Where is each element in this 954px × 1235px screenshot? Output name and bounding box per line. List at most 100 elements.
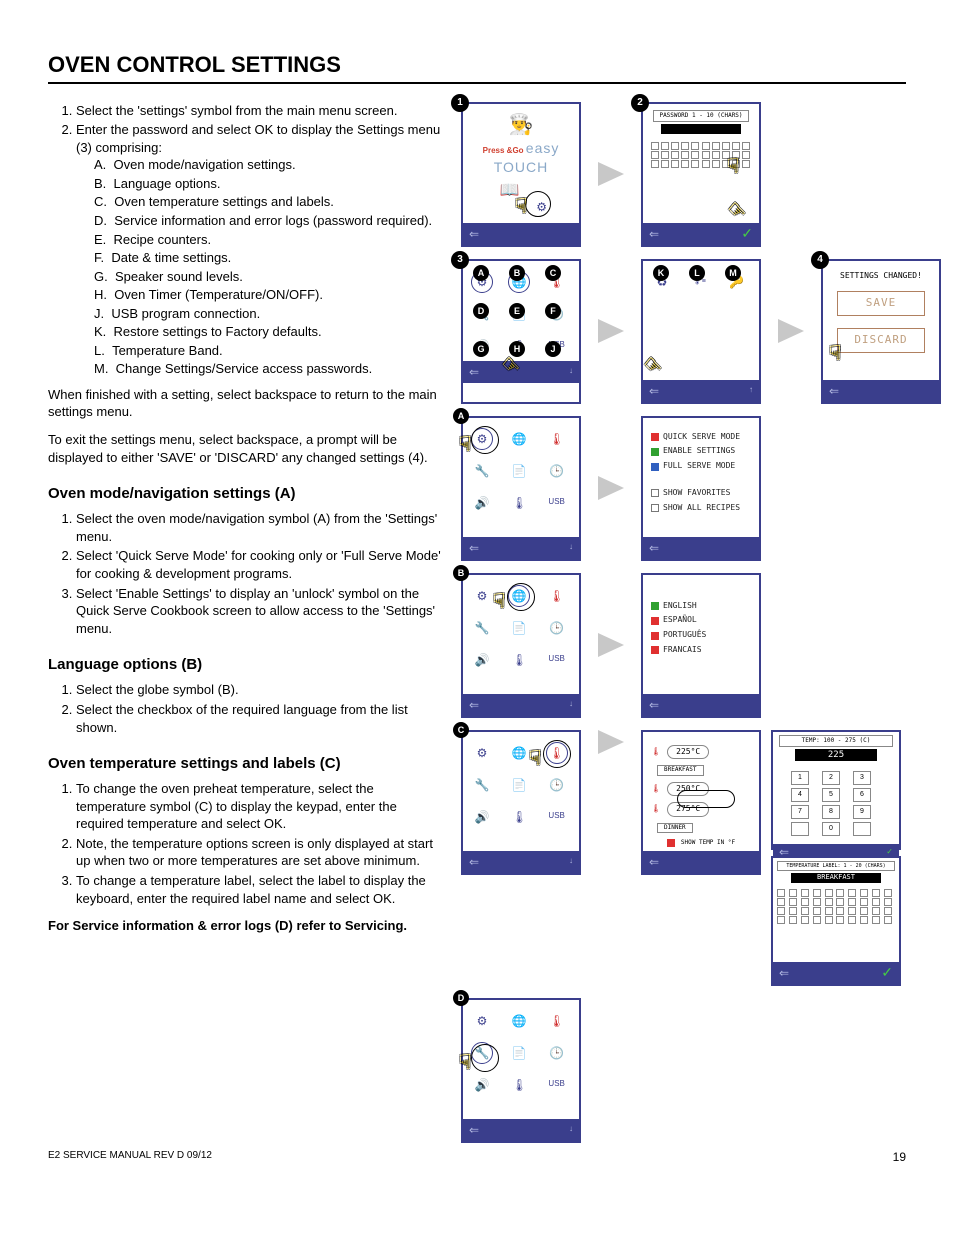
label-c: C [545,265,561,281]
panel-mode-options: QUICK SERVE MODE ENABLE SETTINGS FULL SE… [641,416,761,561]
panel-settings-grid-b: B ⚙ 🌐 🌡 🔧 📄 🕒 🔊 🌡 USB ☞ ⇐↓ [461,573,581,718]
pointing-hand-icon: ☞ [484,591,511,609]
option-portugues[interactable]: PORTUGUÊS [663,630,706,641]
counter-icon: 📄 [508,774,530,796]
list-item: Note, the temperature options screen is … [76,835,443,870]
badge-2: 2 [631,94,649,112]
label-g: G [473,341,489,357]
press-go-label: Press &Go [483,146,524,155]
list-item: C. Oven temperature settings and labels. [94,193,443,211]
paragraph: To exit the settings menu, select backsp… [48,431,443,466]
clock-icon: 🕒 [546,617,568,639]
list-item: To change the oven preheat temperature, … [76,780,443,833]
option-enable-settings[interactable]: ENABLE SETTINGS [663,446,735,457]
pointing-hand-icon: ☞ [720,195,752,227]
keyboard-value: BREAKFAST [791,873,881,882]
password-header: PASSWORD 1 - 10 (CHARS) [653,110,749,122]
list-item: Select 'Enable Settings' to display an '… [76,585,443,638]
panel-main-menu: 1 👨‍🍳 Press &Go easy TOUCH 📖 ☞ ⚙ ⇐ [461,102,581,247]
paragraph: When finished with a setting, select bac… [48,386,443,421]
gear-icon: ⚙ [536,199,547,215]
pointing-hand-icon: ☞ [520,748,547,766]
panel-temperatures: 🌡225°C BREAKFAST 🌡250°C 🌡275°C DINNER SH… [641,730,761,875]
usb-icon: USB [546,492,568,514]
list-item: B. Language options. [94,175,443,193]
password-field [661,124,741,134]
show-temp-f[interactable]: SHOW TEMP IN °F [681,839,735,847]
pointing-hand-icon: ☞ [507,196,534,214]
timer-icon: 🌡 [508,492,530,514]
usb-icon: USB [546,806,568,828]
temp-label-breakfast[interactable]: BREAKFAST [657,765,704,775]
list-item: L. Temperature Band. [94,342,443,360]
globe-icon: 🌐 [508,1010,530,1032]
option-espanol[interactable]: ESPAÑOL [663,615,697,626]
list-item-text: Enter the password and select OK to disp… [76,122,440,155]
ok-check-icon: ✓ [741,224,753,243]
section-c-heading: Oven temperature settings and labels (C) [48,754,443,774]
chef-hat-icon: 👨‍🍳 [471,112,571,139]
option-english[interactable]: ENGLISH [663,601,697,612]
service-note: For Service information & error logs (D)… [48,917,443,935]
label-a: A [473,265,489,281]
option-show-all-recipes[interactable]: SHOW ALL RECIPES [663,503,740,514]
label-d-outer: D [453,990,469,1006]
panel-numeric-keypad: TEMP: 100 - 275 (C) 225 123 456 789 0 ⇐✓ [771,730,901,850]
panel-settings-menu-2: K L M ♻ 🌡≡ 🔑 ☞ ⇐↑ [641,259,761,404]
thermometer-icon: 🌡 [546,585,568,607]
footer-rev: E2 SERVICE MANUAL REV D 09/12 [48,1149,212,1165]
up-arrow-icon: ↑ [749,385,753,396]
pointing-hand-icon: ☞ [450,434,477,452]
list-item: J. USB program connection. [94,305,443,323]
temp-label-dinner[interactable]: DINNER [657,823,693,833]
list-item: Select the checkbox of the required lang… [76,701,443,736]
option-quick-serve[interactable]: QUICK SERVE MODE [663,432,740,443]
counter-icon: 📄 [508,1042,530,1064]
back-icon: ⇐ [649,540,659,556]
list-item: G. Speaker sound levels. [94,268,443,286]
usb-icon: USB [546,649,568,671]
option-full-serve[interactable]: FULL SERVE MODE [663,461,735,472]
wrench-icon: 🔧 [471,617,493,639]
list-item: F. Date & time settings. [94,249,443,267]
keypad-header: TEMP: 100 - 275 (C) [779,735,893,747]
back-icon: ⇐ [469,226,479,242]
back-icon: ⇐ [469,697,479,713]
numeric-keypad[interactable]: 123 456 789 0 [773,763,899,844]
panel-settings-grid-c: C ⚙ 🌐 🌡 🔧 📄 🕒 🔊 🌡 USB ☞ ⇐↓ [461,730,581,875]
clock-icon: 🕒 [546,774,568,796]
list-item: H. Oven Timer (Temperature/ON/OFF). [94,286,443,304]
list-item: A. Oven mode/navigation settings. [94,156,443,174]
badge-3: 3 [451,251,469,269]
label-d: D [473,303,489,319]
panel-password: 2 PASSWORD 1 - 10 (CHARS) ☞ ☞ ⇐✓ [641,102,761,247]
temp-225[interactable]: 225°C [667,745,709,760]
timer-icon: 🌡 [508,806,530,828]
back-icon: ⇐ [469,854,479,870]
label-c-outer: C [453,722,469,738]
arrow-icon [591,162,631,186]
clock-icon: 🕒 [546,1042,568,1064]
label-k: K [653,265,669,281]
save-button[interactable]: SAVE [837,291,925,316]
counter-icon: 📄 [508,460,530,482]
keypad-value: 225 [795,749,877,761]
figure-column: 1 👨‍🍳 Press &Go easy TOUCH 📖 ☞ ⚙ ⇐ [461,102,941,1155]
list-item: K. Restore settings to Factory defaults. [94,323,443,341]
option-show-favorites[interactable]: SHOW FAVORITES [663,488,730,499]
ok-check-icon: ✓ [881,963,893,982]
discard-button[interactable]: DISCARD [837,328,925,353]
panel-settings-grid-a: A ⚙ 🌐 🌡 🔧 📄 🕒 🔊 🌡 USB ☞ ⇐↓ [461,416,581,561]
option-francais[interactable]: FRANCAIS [663,645,702,656]
list-item: Select the globe symbol (B). [76,681,443,699]
label-m: M [725,265,741,281]
label-b: B [509,265,525,281]
arrow-icon [591,730,631,754]
alpha-keyboard[interactable] [773,885,899,928]
speaker-icon: 🔊 [471,492,493,514]
arrow-icon [591,633,631,657]
list-item: To change a temperature label, select th… [76,872,443,907]
list-item: Select 'Quick Serve Mode' for cooking on… [76,547,443,582]
arrow-icon [591,319,631,343]
label-l: L [689,265,705,281]
